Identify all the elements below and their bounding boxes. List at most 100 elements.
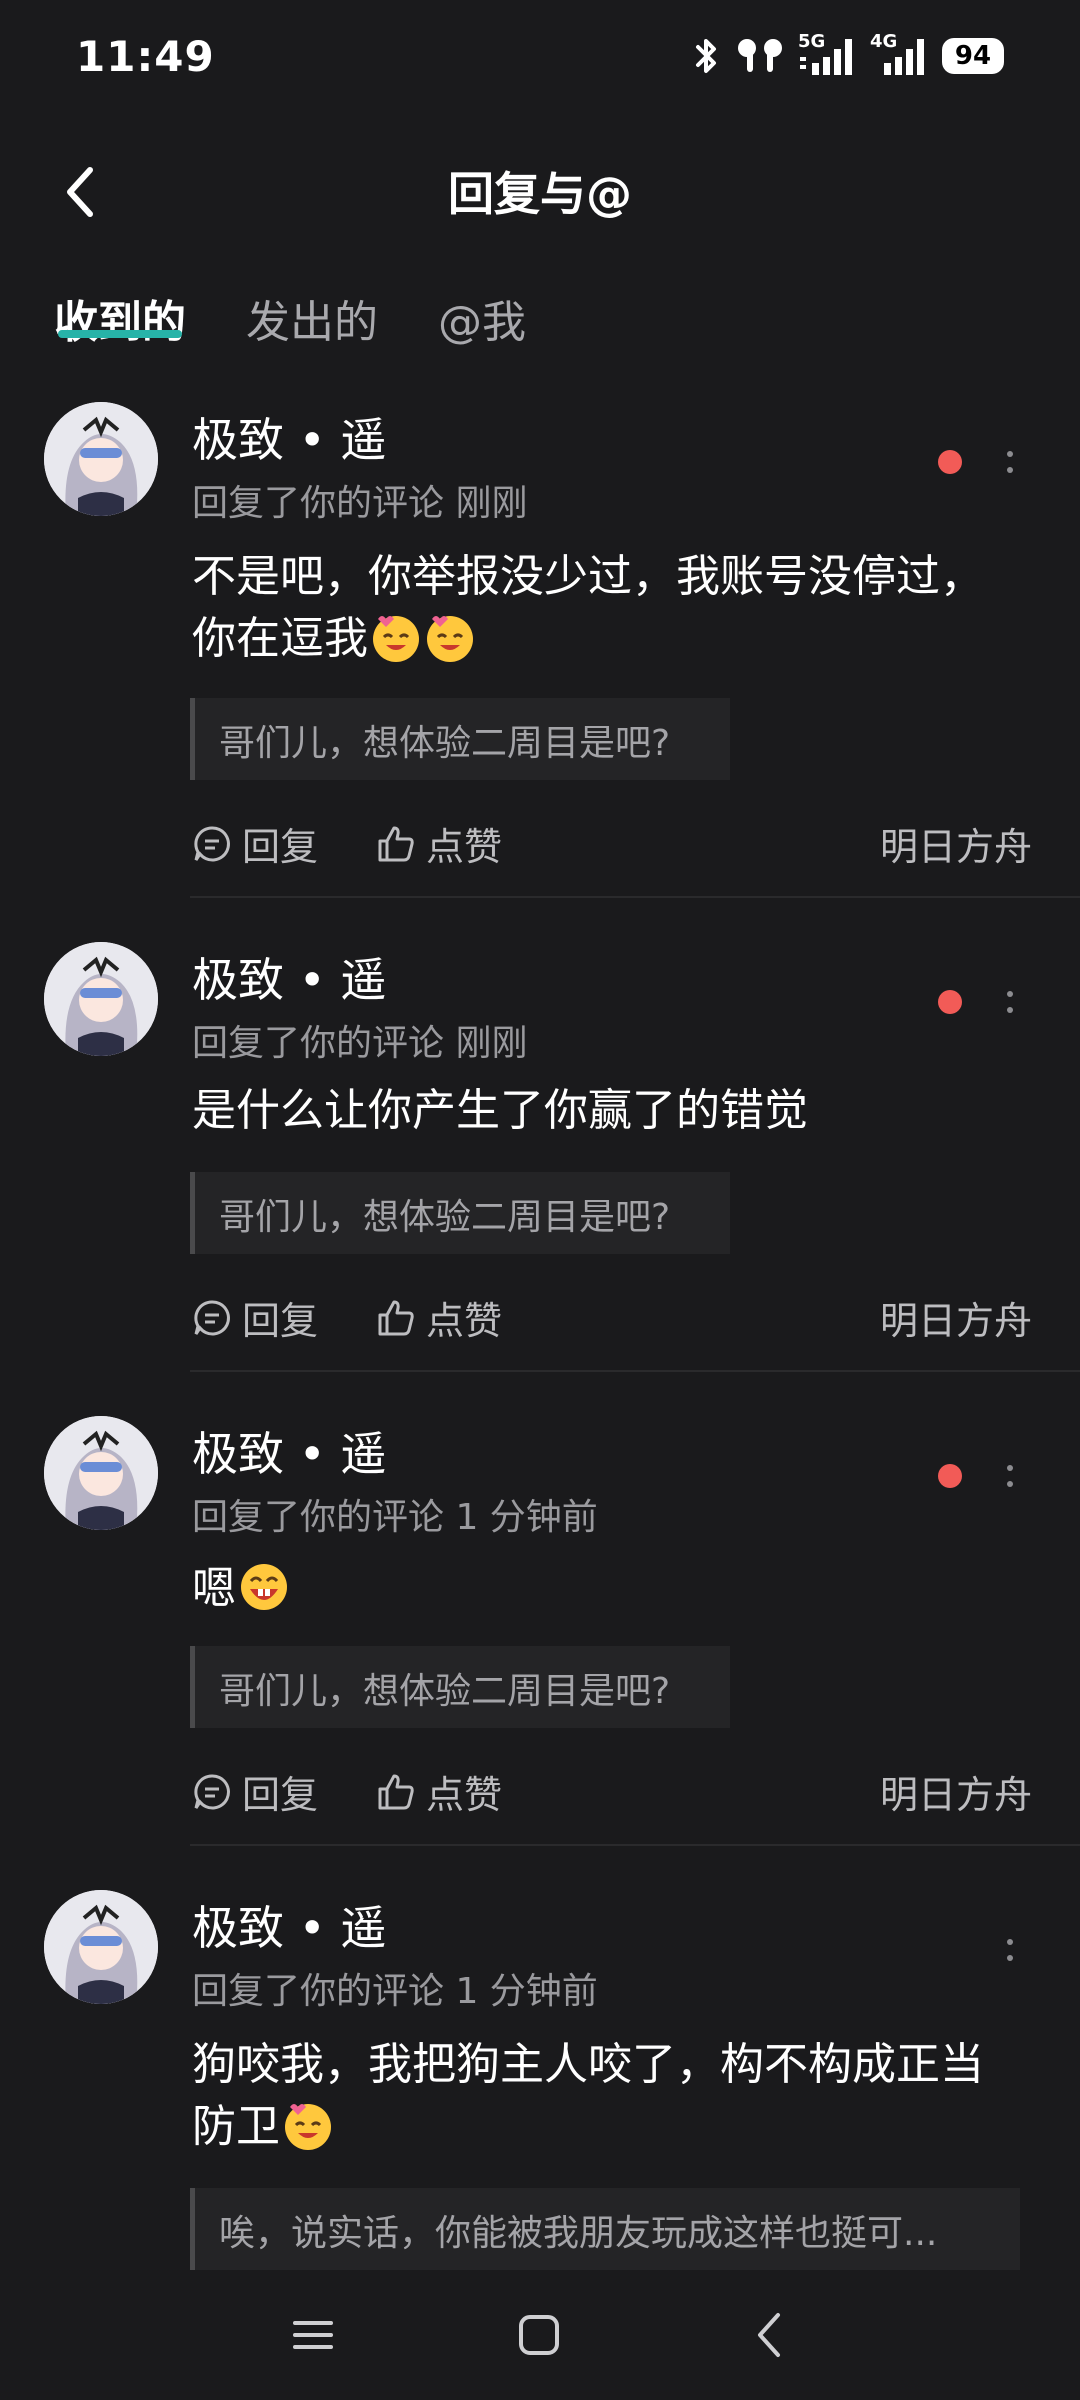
thumbs-up-icon bbox=[378, 826, 414, 861]
recent-apps-button[interactable] bbox=[278, 2300, 348, 2370]
comment-meta: 回复了你的评论 刚刚 bbox=[192, 1023, 528, 1064]
like-label: 点赞 bbox=[426, 825, 503, 869]
status-bar: 11:49 5G 4G 94 bbox=[0, 0, 1080, 118]
grinning-emoji-icon bbox=[241, 1564, 287, 1610]
unread-dot bbox=[938, 990, 962, 1014]
more-options-button[interactable] bbox=[990, 432, 1030, 492]
divider bbox=[190, 1844, 1080, 1846]
signal-5g-icon: 5G bbox=[798, 31, 856, 77]
comment-text-fragment: 防卫 bbox=[192, 2101, 280, 2152]
page-title: 回复与@ bbox=[448, 167, 632, 221]
avatar-image bbox=[44, 402, 158, 516]
comment-text: 不是吧，你举报没少过，我账号没停过， 你在逗我 bbox=[192, 546, 1042, 670]
comment-text-fragment: 嗯 bbox=[192, 1563, 236, 1614]
comment-text-line: 狗咬我，我把狗主人咬了，构不构成正当 bbox=[192, 2039, 984, 2090]
signal-4g-icon: 4G bbox=[870, 31, 928, 77]
reply-button[interactable]: 回复 bbox=[192, 1764, 318, 1819]
avatar[interactable] bbox=[44, 1890, 158, 2004]
active-tab-indicator bbox=[58, 330, 182, 338]
dot-icon bbox=[1007, 1939, 1013, 1945]
status-icons: 5G 4G 94 bbox=[692, 31, 1004, 78]
reply-icon bbox=[194, 1299, 230, 1335]
quoted-comment[interactable]: 唉，说实话，你能被我朋友玩成这样也挺可... bbox=[190, 2188, 1020, 2270]
comment-text: 狗咬我，我把狗主人咬了，构不构成正当 防卫 bbox=[192, 2034, 1042, 2158]
like-button[interactable]: 点赞 bbox=[376, 816, 502, 871]
unread-dot bbox=[938, 450, 962, 474]
comment-text-fragment: 你在逗我 bbox=[192, 613, 368, 664]
thumbs-up-icon bbox=[378, 1774, 414, 1809]
like-label: 点赞 bbox=[426, 1299, 503, 1343]
list-item[interactable]: 极致 • 遥 回复了你的评论 1 分钟前 嗯 哥们儿，想体验二周目是吧? 回复 … bbox=[0, 1410, 1080, 1840]
avatar-image bbox=[44, 1890, 158, 2004]
blushing-emoji-icon bbox=[427, 616, 473, 662]
quoted-comment-text: 哥们儿，想体验二周目是吧? bbox=[219, 1197, 671, 1238]
blushing-emoji-icon bbox=[373, 616, 419, 662]
tab-mentions[interactable]: @我 bbox=[438, 286, 526, 350]
dot-icon bbox=[1007, 1481, 1013, 1487]
chevron-left-icon bbox=[758, 2313, 780, 2357]
tab-sent[interactable]: 发出的 bbox=[246, 286, 378, 350]
source-link[interactable]: 明日方舟 bbox=[880, 816, 1032, 871]
comment-author[interactable]: 极致 • 遥 bbox=[192, 1892, 386, 1958]
comment-text-line: 不是吧，你举报没少过，我账号没停过， bbox=[192, 551, 984, 602]
dot-icon bbox=[1007, 1465, 1013, 1471]
dot-icon bbox=[1007, 1955, 1013, 1961]
more-options-button[interactable] bbox=[990, 972, 1030, 1032]
header: 回复与@ bbox=[0, 140, 1080, 240]
screen: 11:49 5G 4G 94 回复与@ 收到的 发出的 @我 极致 • 遥 回复… bbox=[0, 0, 1080, 2400]
system-back-button[interactable] bbox=[734, 2300, 804, 2370]
reply-label: 回复 bbox=[242, 825, 319, 869]
tab-received[interactable]: 收到的 bbox=[54, 286, 186, 350]
comment-author[interactable]: 极致 • 遥 bbox=[192, 404, 386, 470]
dot-icon bbox=[1007, 451, 1013, 457]
comment-author[interactable]: 极致 • 遥 bbox=[192, 1418, 386, 1484]
home-square-icon bbox=[519, 2315, 559, 2355]
status-time: 11:49 bbox=[76, 32, 215, 81]
avatar[interactable] bbox=[44, 1416, 158, 1530]
avatar[interactable] bbox=[44, 942, 158, 1056]
comment-text-line: 防卫 bbox=[192, 2096, 1042, 2158]
reply-label: 回复 bbox=[242, 1299, 319, 1343]
divider bbox=[190, 1370, 1080, 1372]
more-options-button[interactable] bbox=[990, 1920, 1030, 1980]
blushing-emoji-icon bbox=[285, 2104, 331, 2150]
more-options-button[interactable] bbox=[990, 1446, 1030, 1506]
reply-icon bbox=[194, 825, 230, 861]
source-link[interactable]: 明日方舟 bbox=[880, 1290, 1032, 1345]
comment-text-line: 你在逗我 bbox=[192, 608, 1042, 670]
list-item[interactable]: 极致 • 遥 回复了你的评论 刚刚 是什么让你产生了你赢了的错觉 哥们儿，想体验… bbox=[0, 936, 1080, 1366]
comment-text: 是什么让你产生了你赢了的错觉 bbox=[192, 1085, 808, 1136]
quoted-comment-text: 哥们儿，想体验二周目是吧? bbox=[219, 723, 671, 764]
divider bbox=[190, 896, 1080, 898]
bluetooth-icon bbox=[696, 39, 716, 73]
avatar-image bbox=[44, 1416, 158, 1530]
comment-author[interactable]: 极致 • 遥 bbox=[192, 944, 386, 1010]
comment-meta: 回复了你的评论 1 分钟前 bbox=[192, 1497, 598, 1538]
quoted-comment[interactable]: 哥们儿，想体验二周目是吧? bbox=[190, 698, 730, 780]
reply-button[interactable]: 回复 bbox=[192, 816, 318, 871]
unread-dot bbox=[938, 1464, 962, 1488]
list-item[interactable]: 极致 • 遥 回复了你的评论 刚刚 不是吧，你举报没少过，我账号没停过， 你在逗… bbox=[0, 396, 1080, 896]
comment-meta: 回复了你的评论 刚刚 bbox=[192, 483, 528, 524]
menu-icon bbox=[293, 2321, 333, 2349]
dot-icon bbox=[1007, 991, 1013, 997]
quoted-comment[interactable]: 哥们儿，想体验二周目是吧? bbox=[190, 1172, 730, 1254]
dot-icon bbox=[1007, 467, 1013, 473]
source-link[interactable]: 明日方舟 bbox=[880, 1764, 1032, 1819]
avatar-image bbox=[44, 942, 158, 1056]
like-label: 点赞 bbox=[426, 1773, 503, 1817]
list-item[interactable]: 极致 • 遥 回复了你的评论 1 分钟前 狗咬我，我把狗主人咬了，构不构成正当 … bbox=[0, 1884, 1080, 2270]
dot-icon bbox=[1007, 1007, 1013, 1013]
thumbs-up-icon bbox=[378, 1300, 414, 1335]
comment-text: 嗯 bbox=[192, 1558, 1042, 1620]
quoted-comment[interactable]: 哥们儿，想体验二周目是吧? bbox=[190, 1646, 730, 1728]
comment-meta: 回复了你的评论 1 分钟前 bbox=[192, 1971, 598, 2012]
quoted-comment-text: 唉，说实话，你能被我朋友玩成这样也挺可... bbox=[219, 2213, 938, 2254]
like-button[interactable]: 点赞 bbox=[376, 1290, 502, 1345]
reply-button[interactable]: 回复 bbox=[192, 1290, 318, 1345]
tab-bar: 收到的 发出的 @我 bbox=[0, 278, 1080, 358]
home-button[interactable] bbox=[504, 2300, 574, 2370]
avatar[interactable] bbox=[44, 402, 158, 516]
like-button[interactable]: 点赞 bbox=[376, 1764, 502, 1819]
battery-icon: 94 bbox=[942, 38, 1004, 74]
